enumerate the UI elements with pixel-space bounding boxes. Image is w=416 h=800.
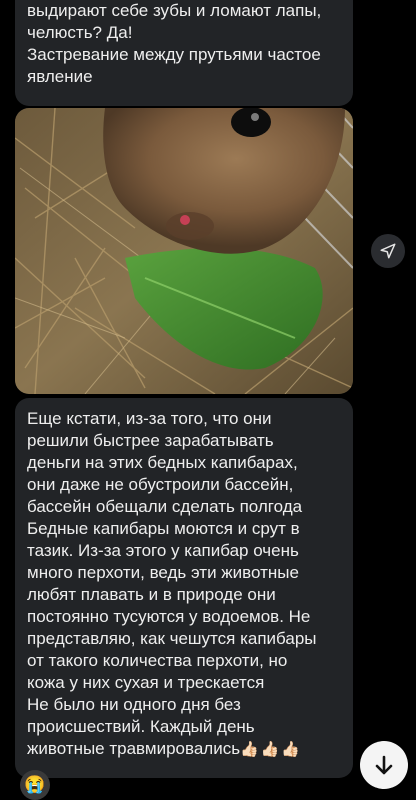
forward-arrow-icon <box>380 243 396 259</box>
message-line: деньги на этих бедных капибарах, <box>27 453 298 472</box>
message-line: тазик. Из-за этого у капибар очень <box>27 541 299 560</box>
message-line: они даже не обустроили бассейн, <box>27 475 294 494</box>
message-line: много перхоти, ведь эти животные <box>27 563 299 582</box>
message-line: решили быстрее зарабатывать <box>27 431 274 450</box>
arrow-down-icon <box>375 755 393 775</box>
message-line: происшествий. Каждый день <box>27 717 255 736</box>
message-line: Не было ни одного дня без <box>27 695 241 714</box>
message-line: от такого количества перхоти, но <box>27 651 288 670</box>
message-line: Застревание между прутьями частое <box>27 45 321 64</box>
photo-message[interactable] <box>15 108 353 394</box>
message-line: бассейн обещали сделать полгода <box>27 497 303 516</box>
thumbs-up-emoji: 👍🏻👍🏻👍🏻 <box>240 741 303 758</box>
message-line: представляю, как чешутся капибары <box>27 629 317 648</box>
message-bubble-bottom: Еще кстати, из-за того, что они решили б… <box>15 398 353 778</box>
message-line: постоянно тусуются у водоемов. Не <box>27 607 311 626</box>
scroll-down-button[interactable] <box>360 741 408 789</box>
message-line: выдирают себе зубы и ломают лапы, <box>27 1 322 20</box>
message-line: Бедные капибары моются и срут в <box>27 519 300 538</box>
message-line: Еще кстати, из-за того, что они <box>27 409 272 428</box>
message-line: любят плавать и в природе они <box>27 585 276 604</box>
message-bubble-top: выдирают себе зубы и ломают лапы, челюст… <box>15 0 353 106</box>
message-line: челюсть? Да! <box>27 23 133 42</box>
message-line-last: животные травмировались👍🏻👍🏻👍🏻 <box>27 738 343 761</box>
forward-button[interactable] <box>371 234 405 268</box>
capybara-photo <box>15 108 353 394</box>
avatar[interactable]: 😭 <box>20 770 50 800</box>
message-line: явление <box>27 67 93 86</box>
message-text: животные травмировались <box>27 739 241 758</box>
crying-face-icon: 😭 <box>24 775 46 794</box>
message-line: кожа у них сухая и трескается <box>27 673 265 692</box>
